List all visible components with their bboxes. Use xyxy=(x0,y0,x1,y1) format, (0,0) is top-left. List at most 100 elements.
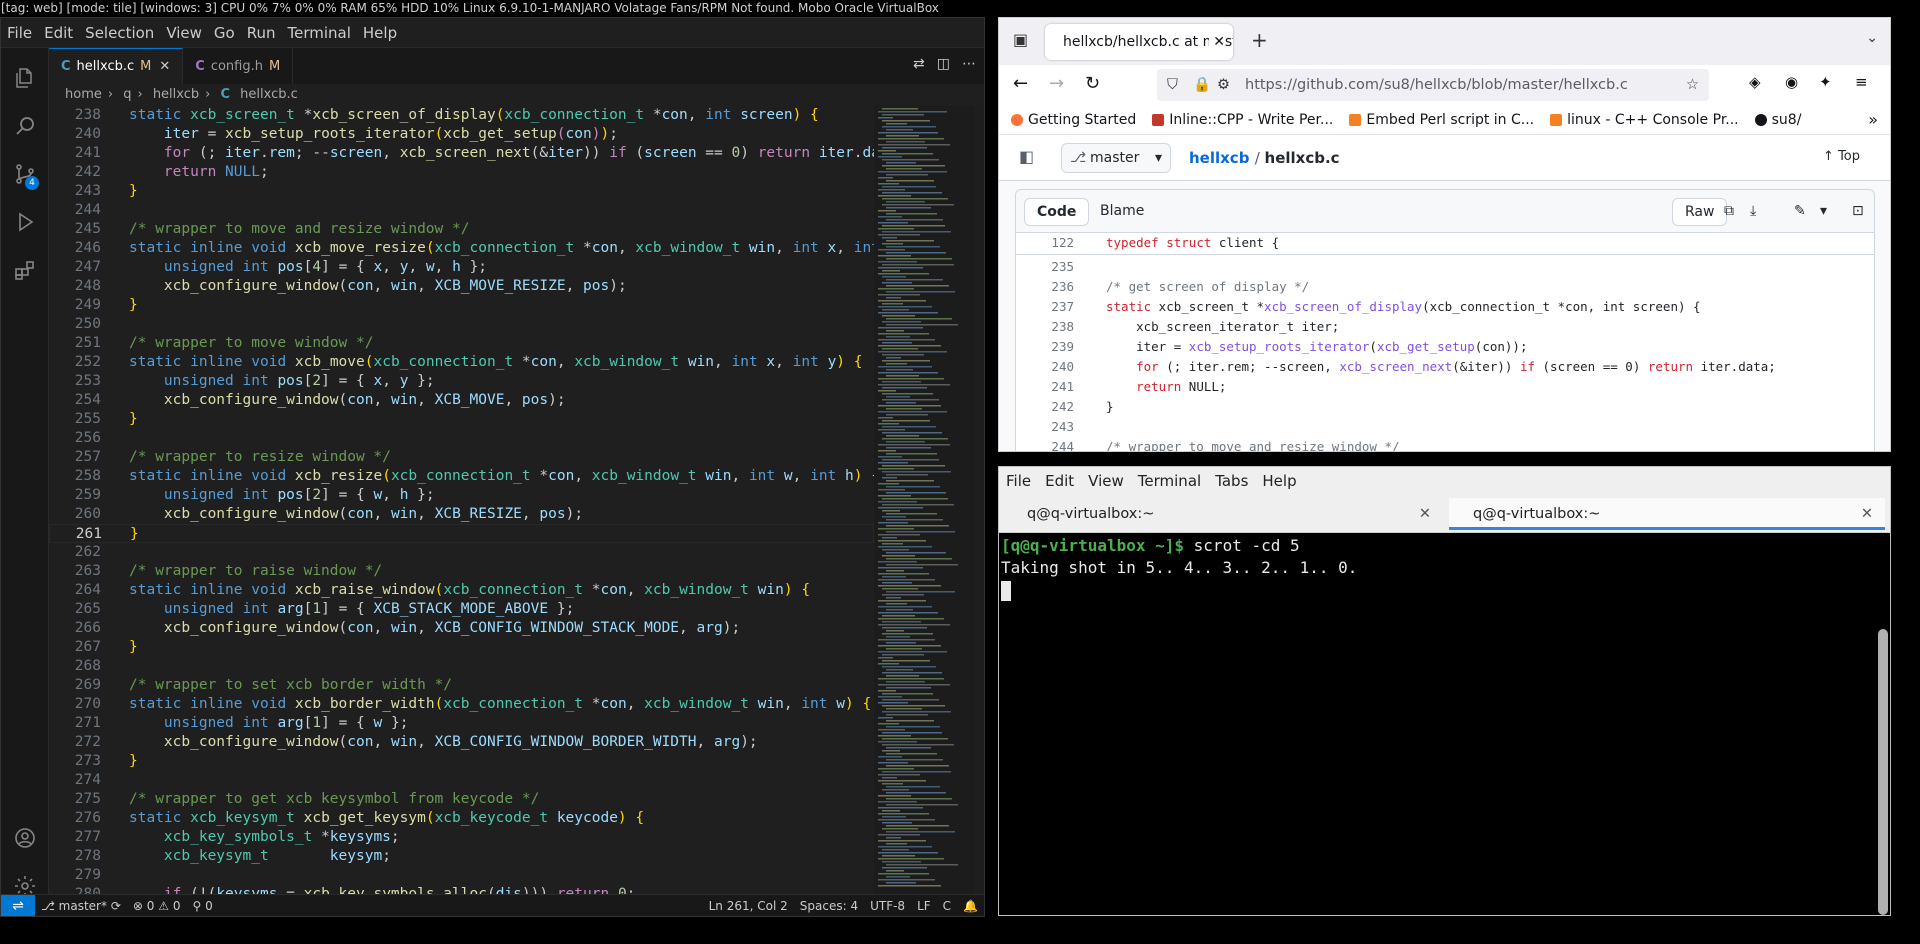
terminal-scrollbar[interactable] xyxy=(1878,629,1888,915)
shield-icon[interactable]: ⛉ xyxy=(1167,69,1178,101)
download-icon[interactable]: ⤓ xyxy=(1744,198,1762,226)
ports-indicator[interactable]: ⚲ 0 xyxy=(186,899,218,913)
chevron-down-icon[interactable]: ▾ xyxy=(1814,198,1833,226)
open-changes-icon[interactable]: ⇄ xyxy=(913,56,925,72)
symbols-panel-icon[interactable]: ⊡ xyxy=(1846,198,1870,226)
bookmark-su8[interactable]: su8/ xyxy=(1754,112,1801,128)
bookmark-linux-cpp[interactable]: linux - C++ Console Pr... xyxy=(1550,112,1739,128)
branch-selector[interactable]: ⎇ master ▾ xyxy=(1061,143,1171,173)
minimap-line xyxy=(878,780,926,782)
terminal-output[interactable]: [q@q-virtualbox ~]$ scrot -cd 5 Taking s… xyxy=(999,533,1890,915)
chevron-down-icon[interactable]: ⌄ xyxy=(1866,30,1878,46)
url-bar[interactable]: ⛉ 🔒 ⚙ https://github.com/su8/hellxcb/blo… xyxy=(1157,69,1709,101)
extensions-icon[interactable] xyxy=(1,246,49,294)
close-icon[interactable]: ✕ xyxy=(1861,498,1873,530)
term-menu-terminal[interactable]: Terminal xyxy=(1131,472,1208,490)
term-menu-tabs[interactable]: Tabs xyxy=(1208,472,1255,490)
github-line-number[interactable]: 236 xyxy=(1016,277,1074,297)
encoding[interactable]: UTF-8 xyxy=(864,899,911,913)
blame-tab[interactable]: Blame xyxy=(1088,198,1156,226)
copy-icon[interactable]: ⧉ xyxy=(1718,198,1740,226)
sidebar-toggle-icon[interactable]: ◧ xyxy=(1019,147,1034,166)
indentation[interactable]: Spaces: 4 xyxy=(794,899,864,913)
breadcrumb-home[interactable]: home xyxy=(65,87,102,102)
menu-help[interactable]: Help xyxy=(357,24,403,42)
code-tab[interactable]: Code xyxy=(1024,198,1090,226)
github-line-number[interactable]: 237 xyxy=(1016,297,1074,317)
menu-edit[interactable]: Edit xyxy=(38,24,79,42)
end-of-line[interactable]: LF xyxy=(911,899,937,913)
explorer-icon[interactable] xyxy=(1,54,49,102)
breadcrumb-hellxcb[interactable]: hellxcb xyxy=(153,87,199,102)
close-icon[interactable]: ✕ xyxy=(159,59,170,74)
github-line-number[interactable]: 244 xyxy=(1016,437,1074,451)
code-line: 275 /* wrapper to get xcb keysymbol from … xyxy=(49,790,874,809)
back-arrow-icon[interactable]: ← xyxy=(1013,73,1028,94)
terminal-tab-2[interactable]: q@q-virtualbox:~ ✕ xyxy=(1449,498,1885,530)
github-line-number[interactable]: 239 xyxy=(1016,337,1074,357)
menu-terminal[interactable]: Terminal xyxy=(282,24,357,42)
run-debug-icon[interactable] xyxy=(1,198,49,246)
account-icon[interactable] xyxy=(1,814,49,862)
lock-icon[interactable]: 🔒 xyxy=(1193,69,1211,101)
top-button[interactable]: ↑ Top xyxy=(1823,149,1860,164)
github-code-view[interactable]: 122 typedef struct client {235 236 /* get s… xyxy=(1015,233,1875,451)
breadcrumb-file[interactable]: hellxcb.c xyxy=(240,87,298,102)
language-mode[interactable]: C xyxy=(937,899,957,913)
menu-run[interactable]: Run xyxy=(241,24,282,42)
code-text: /* wrapper to move window */ xyxy=(129,335,374,351)
permissions-icon[interactable]: ⚙ xyxy=(1217,69,1230,101)
line-number: 246 xyxy=(74,240,101,256)
breadcrumb-q[interactable]: q xyxy=(123,87,131,102)
terminal-tab-1[interactable]: q@q-virtualbox:~ ✕ xyxy=(1003,498,1443,530)
browser-tab[interactable]: hellxcb/hellxcb.c at maste ✕ xyxy=(1045,24,1233,60)
branch-indicator[interactable]: ⎇ master* ⟳ xyxy=(35,899,127,913)
remote-icon[interactable]: ⇌ xyxy=(1,894,35,916)
tab-hellxcb-c[interactable]: C hellxcb.c M ✕ xyxy=(49,48,184,84)
term-menu-help[interactable]: Help xyxy=(1255,472,1303,490)
github-line-number[interactable]: 238 xyxy=(1016,317,1074,337)
term-menu-view[interactable]: View xyxy=(1081,472,1131,490)
menu-file[interactable]: File xyxy=(1,24,38,42)
bookmark-getting-started[interactable]: Getting Started xyxy=(1011,112,1136,128)
github-line-number[interactable]: 243 xyxy=(1016,417,1074,437)
repo-link[interactable]: hellxcb xyxy=(1189,149,1249,167)
menu-selection[interactable]: Selection xyxy=(79,24,160,42)
github-code-line: 242} xyxy=(1016,397,1874,417)
menu-go[interactable]: Go xyxy=(208,24,241,42)
github-line-number[interactable]: 242 xyxy=(1016,397,1074,417)
minimap-line xyxy=(886,201,925,203)
close-icon[interactable]: ✕ xyxy=(1419,498,1431,530)
bookmark-embed-perl[interactable]: Embed Perl script in C... xyxy=(1349,112,1534,128)
github-line-number[interactable]: 240 xyxy=(1016,357,1074,377)
github-line-number[interactable]: 235 xyxy=(1016,257,1074,277)
account-icon[interactable]: ◉ xyxy=(1785,73,1798,91)
menu-view[interactable]: View xyxy=(160,24,208,42)
code-editor[interactable]: 238 static xcb_screen_t *xcb_screen_of_di… xyxy=(49,106,874,894)
cursor-position[interactable]: Ln 261, Col 2 xyxy=(703,899,794,913)
tab-config-h[interactable]: C config.h M xyxy=(183,48,294,84)
menu-icon[interactable]: ≡ xyxy=(1855,73,1868,91)
pocket-icon[interactable]: ◈ xyxy=(1749,73,1761,91)
bookmark-star-icon[interactable]: ☆ xyxy=(1686,69,1699,101)
extensions-icon[interactable]: ✦ xyxy=(1819,73,1832,91)
reload-icon[interactable]: ↻ xyxy=(1085,73,1100,94)
forward-arrow-icon[interactable]: → xyxy=(1049,73,1064,94)
minimap[interactable] xyxy=(874,106,974,894)
edit-pencil-icon[interactable]: ✎ xyxy=(1788,198,1812,226)
more-bookmarks-icon[interactable]: » xyxy=(1868,110,1878,129)
search-icon[interactable] xyxy=(1,102,49,150)
source-control-icon[interactable]: 4 xyxy=(1,150,49,198)
github-line-number[interactable]: 241 xyxy=(1016,377,1074,397)
github-line-number[interactable]: 122 xyxy=(1016,233,1074,253)
problems-indicator[interactable]: ⊗ 0 ⚠ 0 xyxy=(127,899,187,913)
new-tab-icon[interactable]: + xyxy=(1251,28,1268,52)
term-menu-file[interactable]: File xyxy=(999,472,1038,490)
more-actions-icon[interactable]: ⋯ xyxy=(962,56,976,72)
split-editor-icon[interactable]: ◫ xyxy=(937,56,950,72)
close-icon[interactable]: ✕ xyxy=(1209,34,1225,50)
bookmark-inline-cpp[interactable]: Inline::CPP - Write Per... xyxy=(1152,112,1333,128)
tab-list-icon[interactable]: ▣ xyxy=(1013,30,1028,49)
bell-icon[interactable]: 🔔 xyxy=(957,899,984,913)
term-menu-edit[interactable]: Edit xyxy=(1038,472,1081,490)
